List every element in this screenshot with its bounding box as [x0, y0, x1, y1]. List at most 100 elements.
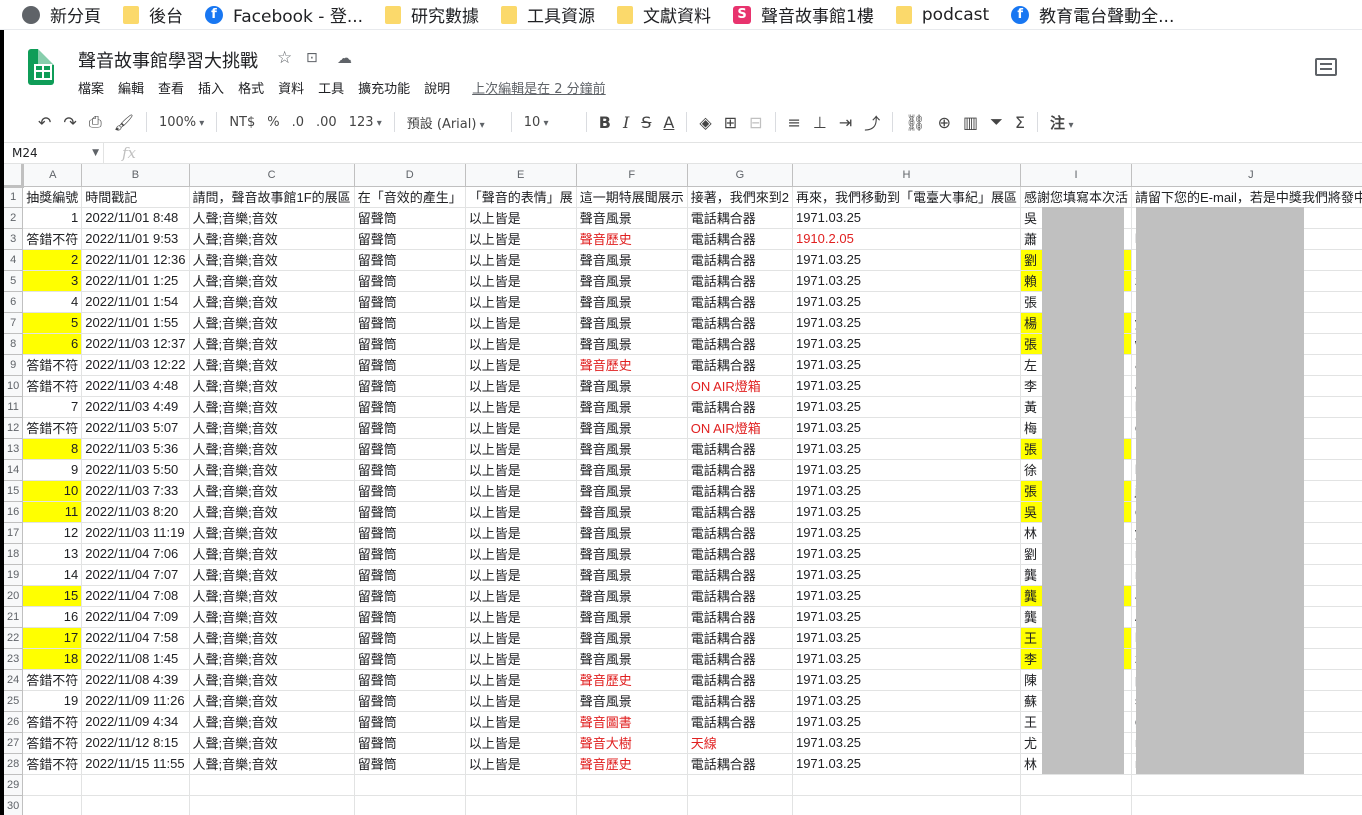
cell[interactable]: 1971.03.25 [792, 312, 1021, 334]
cell[interactable]: 7 [22, 396, 83, 418]
cell[interactable]: 1971.03.25 [792, 375, 1021, 397]
cell[interactable] [1020, 795, 1133, 815]
cell[interactable]: 人聲;音樂;音效 [189, 354, 355, 376]
cell[interactable]: 人聲;音樂;音效 [189, 648, 355, 670]
cell[interactable]: ON AIR燈箱 [687, 375, 793, 397]
font-size-select[interactable]: 10 [524, 115, 574, 130]
row-header[interactable]: 27 [4, 732, 24, 754]
cell[interactable]: 人聲;音樂;音效 [189, 228, 355, 250]
cell[interactable]: 接著，我們來到2 [687, 186, 793, 208]
cloud-status-icon[interactable]: ☁ [337, 49, 352, 67]
cell[interactable] [22, 795, 83, 815]
star-icon[interactable]: ☆ [277, 48, 292, 68]
cell[interactable]: 聲音風景 [576, 690, 688, 712]
cell[interactable]: 以上皆是 [465, 585, 577, 607]
filter-icon[interactable]: ⏷ [990, 112, 1003, 132]
text-wrap-icon[interactable]: ⇥ [839, 113, 852, 132]
cell[interactable]: 2022/11/03 4:48 [81, 375, 190, 397]
bookmark-item[interactable]: 工具資源 [501, 2, 595, 27]
menu-item[interactable]: 編輯 [118, 78, 144, 97]
strikethrough-icon[interactable]: S [641, 113, 651, 132]
cell[interactable]: 聲音風景 [576, 249, 688, 271]
insert-chart-icon[interactable]: ▥ [963, 113, 978, 132]
bookmark-item[interactable]: 文獻資料 [617, 2, 711, 27]
row-header[interactable]: 11 [4, 396, 24, 418]
paint-format-icon[interactable]: 🖌 [114, 113, 134, 132]
cell[interactable]: 留聲筒 [354, 669, 466, 691]
cell[interactable]: 1971.03.25 [792, 543, 1021, 565]
cell[interactable]: 留聲筒 [354, 459, 466, 481]
cell[interactable]: 答錯不符 [22, 228, 83, 250]
cell[interactable]: 以上皆是 [465, 522, 577, 544]
column-header[interactable]: I [1020, 164, 1133, 187]
cell[interactable] [465, 795, 577, 815]
cell[interactable]: 聲音風景 [576, 375, 688, 397]
cell[interactable] [81, 774, 190, 796]
row-header[interactable]: 24 [4, 669, 24, 691]
cell[interactable]: 以上皆是 [465, 207, 577, 229]
cell[interactable]: 5 [22, 312, 83, 334]
text-color-icon[interactable]: A [663, 113, 674, 132]
cell[interactable]: 人聲;音樂;音效 [189, 438, 355, 460]
cell[interactable]: 12 [22, 522, 83, 544]
cell[interactable]: 人聲;音樂;音效 [189, 669, 355, 691]
cell[interactable]: 留聲筒 [354, 690, 466, 712]
cell[interactable]: 1971.03.25 [792, 333, 1021, 355]
cell[interactable]: 1 [22, 207, 83, 229]
cell[interactable]: 1971.03.25 [792, 753, 1021, 775]
row-header[interactable]: 5 [4, 270, 24, 292]
cell[interactable]: 留聲筒 [354, 333, 466, 355]
cell[interactable]: 1971.03.25 [792, 417, 1021, 439]
cell[interactable]: 聲音歷史 [576, 354, 688, 376]
cell[interactable]: 聲音風景 [576, 291, 688, 313]
cell[interactable]: 1971.03.25 [792, 669, 1021, 691]
cell[interactable]: 聲音風景 [576, 480, 688, 502]
cell[interactable]: 留聲筒 [354, 732, 466, 754]
cell[interactable]: 以上皆是 [465, 354, 577, 376]
column-header[interactable]: C [189, 164, 355, 187]
cell[interactable]: 聲音風景 [576, 417, 688, 439]
cell[interactable]: 1971.03.25 [792, 480, 1021, 502]
cell[interactable]: 留聲筒 [354, 249, 466, 271]
row-header[interactable]: 6 [4, 291, 24, 313]
cell[interactable]: 留聲筒 [354, 417, 466, 439]
row-header[interactable]: 18 [4, 543, 24, 565]
cell[interactable]: 以上皆是 [465, 669, 577, 691]
row-header[interactable]: 8 [4, 333, 24, 355]
cell[interactable]: 留聲筒 [354, 522, 466, 544]
cell[interactable]: 1971.03.25 [792, 438, 1021, 460]
text-rotation-icon[interactable]: ⤴ [864, 110, 880, 134]
cell[interactable]: 答錯不符 [22, 732, 83, 754]
cell[interactable]: 以上皆是 [465, 228, 577, 250]
cell[interactable]: 以上皆是 [465, 291, 577, 313]
cell[interactable]: 以上皆是 [465, 732, 577, 754]
cell[interactable] [189, 795, 355, 815]
cell[interactable]: 1971.03.25 [792, 648, 1021, 670]
cell[interactable]: 電話耦合器 [687, 291, 793, 313]
row-header[interactable]: 17 [4, 522, 24, 544]
cell[interactable]: 留聲筒 [354, 312, 466, 334]
cell[interactable]: 答錯不符 [22, 417, 83, 439]
cell[interactable]: 電話耦合器 [687, 543, 793, 565]
row-header[interactable]: 9 [4, 354, 24, 376]
cell[interactable]: 2022/11/01 12:36 [81, 249, 190, 271]
horizontal-align-icon[interactable]: ≡ [788, 113, 801, 132]
cell[interactable]: 請問，聲音故事館1F的展區 [189, 186, 355, 208]
cell[interactable]: 再來，我們移動到「電臺大事紀」展區 [792, 186, 1021, 208]
cell[interactable]: 2022/11/01 1:54 [81, 291, 190, 313]
cell[interactable]: 電話耦合器 [687, 501, 793, 523]
cell[interactable]: 留聲筒 [354, 375, 466, 397]
cell[interactable]: 13 [22, 543, 83, 565]
cell[interactable]: 1971.03.25 [792, 270, 1021, 292]
cell[interactable]: 電話耦合器 [687, 438, 793, 460]
row-header[interactable]: 12 [4, 417, 24, 439]
row-header[interactable]: 10 [4, 375, 24, 397]
cell[interactable] [354, 795, 466, 815]
merge-cells-icon[interactable]: ⊟ [749, 113, 762, 132]
increase-decimal-button[interactable]: .00 [316, 115, 337, 130]
cell[interactable]: 2022/11/04 7:07 [81, 564, 190, 586]
cell[interactable]: 人聲;音樂;音效 [189, 564, 355, 586]
cell[interactable]: 2022/11/03 4:49 [81, 396, 190, 418]
cell[interactable]: 16 [22, 606, 83, 628]
comment-history-icon[interactable] [1315, 58, 1337, 76]
